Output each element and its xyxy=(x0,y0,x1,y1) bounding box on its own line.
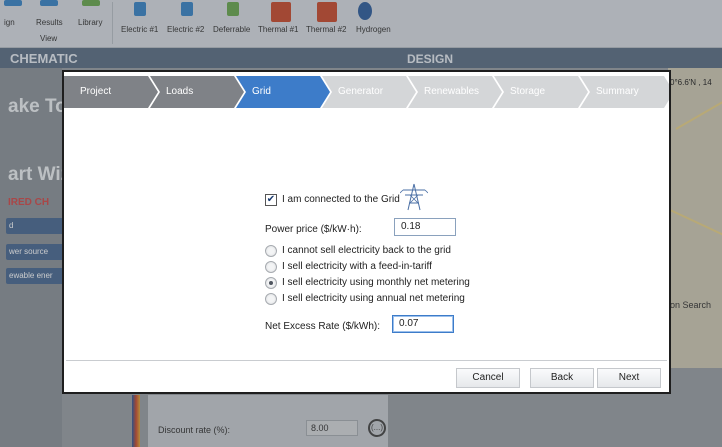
radio-no-sell-label: I cannot sell electricity back to the gr… xyxy=(282,245,451,256)
radio-monthly-net-metering[interactable] xyxy=(265,277,277,289)
step-loads[interactable]: Loads xyxy=(150,76,244,108)
transmission-tower-icon xyxy=(400,183,428,211)
step-summary[interactable]: Summary xyxy=(580,76,669,108)
radio-feed-in-tariff[interactable] xyxy=(265,261,277,273)
grid-connected-checkbox[interactable]: ✔ xyxy=(265,194,277,206)
radio-annual-net-metering-label: I sell electricity using annual net mete… xyxy=(282,293,465,304)
power-price-input[interactable]: 0.18 xyxy=(394,218,456,236)
radio-monthly-net-metering-label: I sell electricity using monthly net met… xyxy=(282,277,470,288)
step-renewables[interactable]: Renewables xyxy=(408,76,502,108)
power-price-label: Power price ($/kW·h): xyxy=(265,224,362,235)
next-button[interactable]: Next xyxy=(597,368,661,388)
back-button[interactable]: Back xyxy=(530,368,594,388)
checkmark-icon: ✔ xyxy=(266,194,276,205)
radio-feed-in-tariff-label: I sell electricity with a feed-in-tariff xyxy=(282,261,432,272)
grid-step-content: ✔ I am connected to the Grid Power price… xyxy=(64,108,669,360)
setup-wizard-dialog: Project Loads Grid Generator Renewables … xyxy=(62,70,671,394)
dialog-footer-divider xyxy=(66,360,667,361)
wizard-step-bar: Project Loads Grid Generator Renewables … xyxy=(64,76,669,108)
step-storage[interactable]: Storage xyxy=(494,76,588,108)
step-generator[interactable]: Generator xyxy=(322,76,416,108)
step-project[interactable]: Project xyxy=(64,76,158,108)
net-excess-rate-label: Net Excess Rate ($/kWh): xyxy=(265,321,381,332)
cancel-button[interactable]: Cancel xyxy=(456,368,520,388)
radio-no-sell[interactable] xyxy=(265,245,277,257)
radio-annual-net-metering[interactable] xyxy=(265,293,277,305)
step-grid[interactable]: Grid xyxy=(236,76,330,108)
net-excess-rate-input[interactable]: 0.07 xyxy=(392,315,454,333)
grid-connected-label: I am connected to the Grid xyxy=(282,194,400,205)
